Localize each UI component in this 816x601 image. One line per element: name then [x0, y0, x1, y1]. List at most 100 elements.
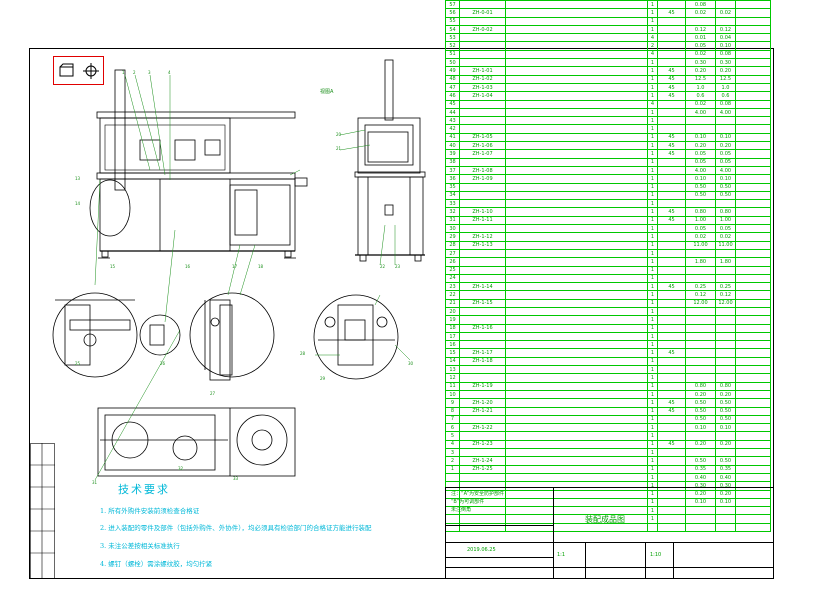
bom-cell-2 — [505, 365, 648, 375]
bom-cell-7 — [735, 182, 771, 192]
bom-cell-2 — [505, 448, 648, 458]
bom-row: 23 ZH-1-14 1 45 0.25 0.25 — [445, 282, 771, 292]
bom-cell-1 — [459, 16, 506, 26]
svg-text:3: 3 — [148, 70, 151, 75]
bom-cell-2 — [505, 149, 648, 159]
bom-cell-5 — [685, 315, 716, 325]
bom-cell-5 — [685, 199, 716, 209]
view-cube-icon[interactable] — [58, 62, 76, 80]
bom-cell-7 — [735, 0, 771, 10]
bom-cell-6 — [715, 315, 736, 325]
bom-cell-0: 20 — [445, 306, 460, 317]
bom-cell-0: 21 — [445, 298, 460, 309]
bom-cell-6: 0.20 — [715, 66, 736, 76]
bom-row: 17 1 — [445, 331, 771, 342]
bom-cell-4 — [657, 323, 686, 333]
bom-row: 2 ZH-1-24 1 0.50 0.50 — [445, 456, 771, 466]
bom-cell-1 — [459, 373, 506, 383]
svg-text:25: 25 — [75, 361, 81, 366]
bom-cell-4 — [657, 356, 686, 367]
bom-cell-7 — [735, 91, 771, 101]
bom-cell-4: 45 — [657, 82, 686, 93]
bom-cell-0: 7 — [445, 414, 460, 425]
bom-cell-6 — [715, 348, 736, 358]
bom-cell-2 — [505, 273, 648, 284]
bom-cell-0: 13 — [445, 365, 460, 375]
bom-cell-0: 54 — [445, 24, 460, 35]
bom-cell-6: 0.04 — [715, 33, 736, 43]
bom-cell-0: 37 — [445, 165, 460, 176]
bom-row: 6 ZH-1-22 1 0.10 0.10 — [445, 423, 771, 433]
bom-row: 36 ZH-1-09 1 0.10 0.10 — [445, 174, 771, 184]
bom-cell-6: 0.12 — [715, 290, 736, 300]
bom-cell-0: 9 — [445, 398, 460, 408]
tech-req-item: 4. 螺钉（螺栓）需涂螺纹胶，均匀拧紧 — [100, 560, 213, 568]
bom-cell-2 — [505, 423, 648, 433]
bom-cell-2 — [505, 398, 648, 408]
bom-cell-5: 1.00 — [685, 215, 716, 226]
bom-cell-2 — [505, 315, 648, 325]
bom-row: 54 ZH-0-02 1 0.12 0.12 — [445, 24, 771, 35]
bom-cell-3: 1 — [647, 24, 658, 35]
svg-text:29: 29 — [320, 376, 326, 381]
bom-cell-3: 1 — [647, 398, 658, 408]
bom-cell-4 — [657, 306, 686, 317]
bom-cell-4: 45 — [657, 207, 686, 217]
bom-row: 34 1 0.50 0.50 — [445, 190, 771, 201]
bom-cell-7 — [735, 431, 771, 441]
bom-row: 1 0.40 0.40 — [445, 472, 771, 483]
bom-cell-1: ZH-1-14 — [459, 282, 506, 292]
bom-cell-4 — [657, 381, 686, 391]
technical-requirements: 技术要求 1. 所有外购件安装前须检查合格证 2. 进入装配的零件及部件（包括外… — [100, 478, 445, 578]
bom-cell-7 — [735, 8, 771, 18]
svg-text:32: 32 — [178, 466, 184, 471]
bom-row: 30 1 0.05 0.05 — [445, 223, 771, 234]
bom-row: 25 1 — [445, 265, 771, 275]
bom-cell-7 — [735, 257, 771, 267]
bom-cell-7 — [735, 149, 771, 159]
bom-cell-5: 0.50 — [685, 398, 716, 408]
bom-cell-5: 4.00 — [685, 107, 716, 118]
bom-cell-3: 1 — [647, 207, 658, 217]
bom-cell-5 — [685, 265, 716, 275]
bom-cell-3: 1 — [647, 265, 658, 275]
bom-cell-7 — [735, 240, 771, 250]
front-view — [89, 69, 308, 259]
bom-cell-3: 1 — [647, 373, 658, 383]
bom-cell-2 — [505, 91, 648, 101]
crosshair-icon[interactable] — [82, 62, 100, 80]
bom-cell-4 — [657, 257, 686, 267]
bom-row: 33 1 — [445, 199, 771, 209]
bom-cell-2 — [505, 58, 648, 68]
bom-row: 9 ZH-1-20 1 45 0.50 0.50 — [445, 398, 771, 408]
bom-cell-3: 1 — [647, 58, 658, 68]
bom-cell-1: ZH-1-15 — [459, 298, 506, 309]
bom-cell-6: 12.00 — [715, 298, 736, 309]
bom-cell-0: 2 — [445, 456, 460, 466]
svg-text:17: 17 — [232, 264, 238, 269]
bom-cell-1: ZH-1-10 — [459, 207, 506, 217]
bom-cell-5 — [685, 323, 716, 333]
bom-row: 56 ZH-0-01 1 45 0.02 0.02 — [445, 8, 771, 18]
bom-cell-0: 1 — [445, 464, 460, 474]
bom-cell-0: 16 — [445, 340, 460, 350]
bom-cell-5 — [685, 16, 716, 26]
bom-cell-6: 0.10 — [715, 132, 736, 143]
bom-cell-2 — [505, 472, 648, 483]
bom-row: 35 1 0.50 0.50 — [445, 182, 771, 192]
bom-cell-1: ZH-1-22 — [459, 423, 506, 433]
bom-cell-3: 1 — [647, 365, 658, 375]
bom-cell-4: 45 — [657, 91, 686, 101]
bom-cell-1 — [459, 182, 506, 192]
bom-cell-5: 0.50 — [685, 406, 716, 416]
bom-cell-4 — [657, 448, 686, 458]
bom-cell-5: 0.25 — [685, 282, 716, 292]
bom-cell-6: 0.50 — [715, 398, 736, 408]
bom-cell-3: 4 — [647, 33, 658, 43]
bom-cell-6 — [715, 323, 736, 333]
bom-cell-2 — [505, 116, 648, 126]
bom-cell-4: 45 — [657, 439, 686, 450]
bom-cell-2 — [505, 0, 648, 10]
bom-cell-3: 1 — [647, 157, 658, 167]
bom-cell-1 — [459, 223, 506, 234]
